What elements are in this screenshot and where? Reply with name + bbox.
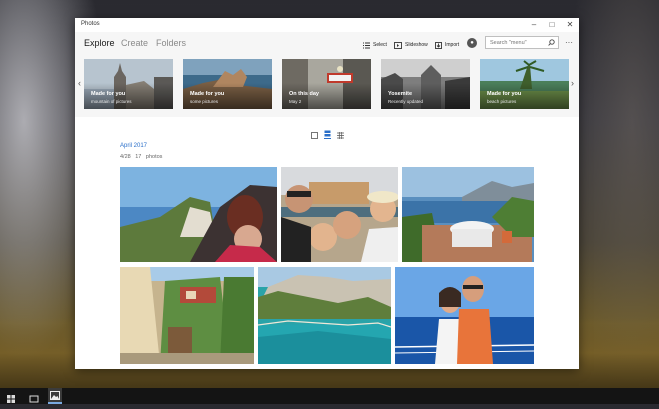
carousel-next-icon[interactable]: › — [571, 78, 574, 88]
month-heading[interactable]: April 2017 — [120, 143, 147, 149]
carousel-card[interactable]: On this day May 2 — [282, 59, 371, 109]
select-button[interactable]: Select — [363, 40, 387, 50]
card-title: Made for you — [487, 91, 522, 97]
group-date: 4/28 — [120, 154, 131, 160]
date-group-meta: 4/28 17 photos — [120, 154, 162, 160]
slideshow-label: Slideshow — [405, 42, 428, 48]
photo-thumbnail[interactable] — [120, 267, 254, 364]
carousel-prev-icon[interactable]: ‹ — [78, 78, 81, 88]
large-view-icon[interactable] — [311, 126, 318, 139]
card-subtitle: Recently updated — [388, 99, 424, 104]
carousel-card[interactable]: Made for you mountain of pictures — [84, 59, 173, 109]
card-title: Made for you — [190, 91, 225, 97]
photo-thumbnail[interactable] — [402, 167, 534, 262]
import-button[interactable]: Import — [435, 40, 459, 50]
app-title: Photos — [81, 21, 100, 27]
medium-view-icon[interactable] — [324, 126, 331, 139]
photos-window: Photos – □ ✕ Explore Create Folders Sele… — [75, 18, 579, 369]
select-icon — [363, 42, 370, 48]
card-subtitle: May 2 — [289, 99, 302, 104]
minimize-button[interactable]: – — [525, 18, 543, 32]
command-bar: Explore Create Folders Select Slideshow … — [75, 32, 579, 56]
memories-carousel: ‹ › Made for you mountain of pictures Ma… — [75, 56, 579, 117]
tab-folders[interactable]: Folders — [156, 38, 186, 48]
carousel-card[interactable]: Made for you some pictures — [183, 59, 272, 109]
tab-explore[interactable]: Explore — [84, 38, 115, 48]
slideshow-icon — [394, 41, 402, 49]
import-label: Import — [445, 42, 460, 48]
group-count: 17 photos — [135, 154, 163, 160]
tab-create[interactable]: Create — [121, 38, 148, 48]
account-avatar-icon[interactable]: ● — [467, 38, 477, 48]
maximize-button[interactable]: □ — [543, 18, 561, 32]
photo-thumbnail[interactable] — [281, 167, 398, 262]
photo-thumbnail[interactable] — [258, 267, 391, 364]
taskbar — [0, 388, 659, 404]
carousel-card[interactable]: Made for you beach pictures — [480, 59, 569, 109]
card-subtitle: beach pictures — [487, 99, 517, 104]
slideshow-button[interactable]: Slideshow — [394, 40, 428, 50]
search-icon[interactable] — [548, 39, 555, 46]
carousel-card[interactable]: Yosemite Recently updated — [381, 59, 470, 109]
title-bar[interactable]: Photos – □ ✕ — [75, 18, 579, 32]
search-input[interactable] — [490, 39, 548, 47]
select-label: Select — [373, 42, 387, 48]
more-options-icon[interactable]: ··· — [565, 38, 573, 47]
card-title: On this day — [289, 91, 319, 97]
search-field[interactable] — [485, 36, 559, 49]
photo-thumbnail[interactable] — [395, 267, 534, 364]
task-view-icon[interactable] — [29, 391, 39, 403]
photo-thumbnail[interactable] — [120, 167, 277, 262]
import-icon — [435, 41, 442, 49]
close-button[interactable]: ✕ — [561, 18, 579, 32]
photos-taskbar-icon[interactable] — [48, 388, 62, 404]
start-icon[interactable] — [6, 391, 16, 403]
small-view-icon[interactable] — [337, 126, 344, 139]
card-title: Made for you — [91, 91, 126, 97]
view-toggle-group — [311, 126, 344, 139]
card-title: Yosemite — [388, 91, 413, 97]
card-subtitle: mountain of pictures — [91, 99, 132, 104]
card-subtitle: some pictures — [190, 99, 219, 104]
